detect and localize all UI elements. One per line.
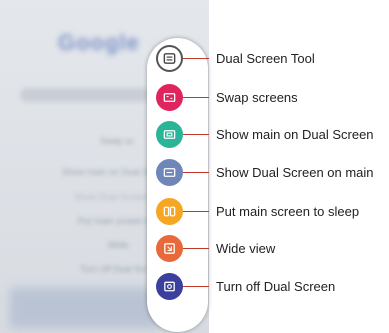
callout-label-put-main-screen-to-sleep: Put main screen to sleep <box>216 204 360 219</box>
sleep-screen-icon <box>163 206 176 217</box>
show-dual-screen-on-main-button[interactable] <box>156 159 183 186</box>
wide-view-button[interactable] <box>156 235 183 262</box>
callout-label-show-main-on-dual-screen: Show main on Dual Screen <box>216 127 374 142</box>
callout-label-swap-screens: Swap screens <box>216 90 298 105</box>
blurred-menu-text: Show main on Dual Scr <box>62 167 157 177</box>
annotated-screenshot: Google Swap sc Show main on Dual Scr Sho… <box>0 0 389 333</box>
callout-line <box>183 211 209 212</box>
callout-line <box>183 248 209 249</box>
callout-label-turn-off-dual-screen: Turn off Dual Screen <box>216 279 336 294</box>
callout-line <box>183 172 209 173</box>
turn-off-dual-screen-button[interactable] <box>156 273 183 300</box>
dual-screen-tool-icon <box>163 53 176 64</box>
swap-screens-button[interactable] <box>156 84 183 111</box>
dual-screen-tool-button[interactable] <box>156 45 183 72</box>
callout-label-wide-view: Wide view <box>216 241 276 256</box>
blurred-menu-text: Put main screen to <box>78 216 154 226</box>
blurred-menu-text: Swap sc <box>100 136 135 146</box>
callout-line <box>183 286 209 287</box>
swap-screens-icon <box>163 93 176 102</box>
callout-label-show-dual-screen-on-main: Show Dual Screen on main <box>216 165 374 180</box>
callout-line <box>183 97 209 98</box>
blurred-logo: Google <box>58 30 140 55</box>
blurred-search-bar <box>20 88 150 102</box>
sleep-screen-button[interactable] <box>156 198 183 225</box>
wide-view-icon <box>164 243 175 254</box>
blurred-bottom-card <box>10 288 160 328</box>
show-dual-screen-on-main-icon <box>163 168 176 177</box>
turn-off-dual-screen-icon <box>164 281 175 292</box>
blurred-menu-text: Wide <box>108 240 129 250</box>
callout-line <box>183 134 209 135</box>
blurred-menu-text: Turn off Dual Scr <box>80 264 148 274</box>
blurred-menu-text: Show Dual Screen o <box>74 192 157 202</box>
callout-line <box>183 58 209 59</box>
show-main-on-dual-screen-button[interactable] <box>156 121 183 148</box>
callout-label-dual-screen-tool: Dual Screen Tool <box>216 51 315 66</box>
show-main-on-dual-screen-icon <box>163 130 176 139</box>
